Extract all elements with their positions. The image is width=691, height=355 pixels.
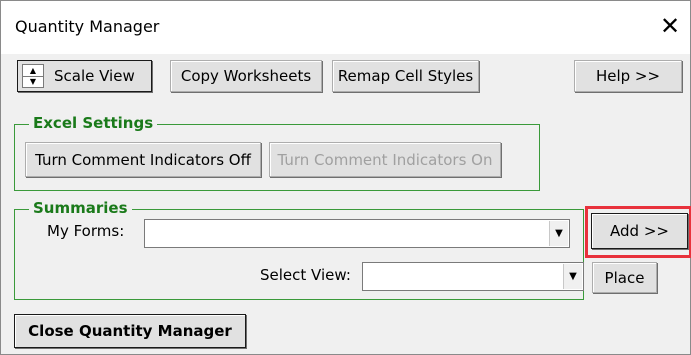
summaries-title: Summaries <box>29 199 132 217</box>
window-title: Quantity Manager <box>15 17 160 36</box>
quantity-manager-window: Quantity Manager ✕ ▲ ▼ Scale View Copy W… <box>0 0 691 355</box>
scale-view-control[interactable]: ▲ ▼ Scale View <box>17 60 152 92</box>
excel-settings-title: Excel Settings <box>29 114 158 132</box>
my-forms-label: My Forms: <box>47 222 125 240</box>
dropdown-arrow-icon[interactable]: ▼ <box>563 264 582 289</box>
select-view-dropdown[interactable]: ▼ <box>362 262 584 291</box>
close-quantity-manager-button[interactable]: Close Quantity Manager <box>14 314 246 348</box>
remap-cell-styles-button[interactable]: Remap Cell Styles <box>332 60 479 92</box>
title-bar: Quantity Manager ✕ <box>1 1 690 54</box>
turn-comment-indicators-off-button[interactable]: Turn Comment Indicators Off <box>25 142 261 177</box>
copy-worksheets-button[interactable]: Copy Worksheets <box>170 60 322 92</box>
spin-down-icon[interactable]: ▼ <box>23 76 43 87</box>
scale-view-label: Scale View <box>54 67 135 85</box>
turn-comment-indicators-on-button: Turn Comment Indicators On <box>269 142 501 177</box>
my-forms-input[interactable] <box>147 222 545 245</box>
select-view-input[interactable] <box>365 265 559 288</box>
select-view-label: Select View: <box>260 266 351 284</box>
add-button-highlight <box>585 206 691 258</box>
spin-button[interactable]: ▲ ▼ <box>22 64 44 88</box>
my-forms-dropdown[interactable]: ▼ <box>144 219 570 248</box>
close-icon[interactable]: ✕ <box>657 12 683 40</box>
dropdown-arrow-icon[interactable]: ▼ <box>549 221 568 246</box>
place-button[interactable]: Place <box>592 262 657 293</box>
help-button[interactable]: Help >> <box>574 60 682 92</box>
